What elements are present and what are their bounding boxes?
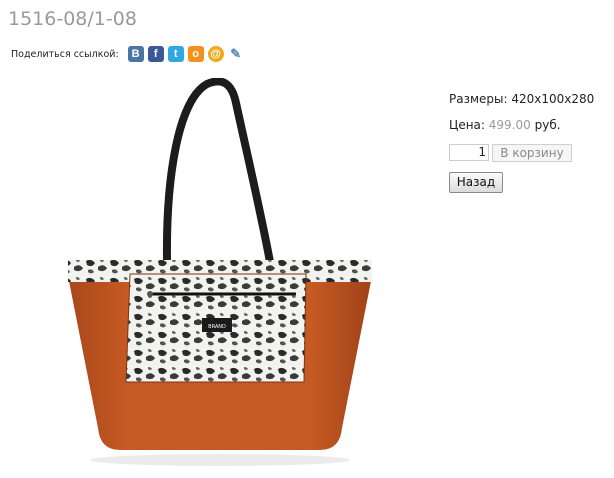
quantity-input[interactable]: 1 [449,144,489,161]
size-row: Размеры: 420x100x280 [449,92,594,106]
share-label: Поделиться ссылкой: [11,48,119,60]
product-image: BRAND [68,78,372,466]
size-label: Размеры: [449,92,508,106]
add-to-cart-button[interactable]: В корзину [492,144,572,162]
facebook-icon[interactable]: f [147,46,164,62]
back-button[interactable]: Назад [449,172,503,193]
vkontakte-icon[interactable]: В [127,46,144,62]
price-label: Цена: [449,118,485,132]
currency: руб. [534,118,561,132]
product-title: 1516-08/1-08 [8,8,137,30]
twitter-icon[interactable]: t [167,46,184,62]
share-bar: Поделиться ссылкой: В f t o @ ✎ [11,46,248,62]
price-row: Цена: 499.00 руб. [449,118,561,132]
price-value: 499.00 [488,118,531,132]
svg-text:BRAND: BRAND [208,324,226,330]
livejournal-icon[interactable]: ✎ [227,46,244,62]
mailru-icon[interactable]: @ [207,46,224,62]
size-value: 420x100x280 [511,92,595,106]
odnoklassniki-icon[interactable]: o [187,46,204,62]
